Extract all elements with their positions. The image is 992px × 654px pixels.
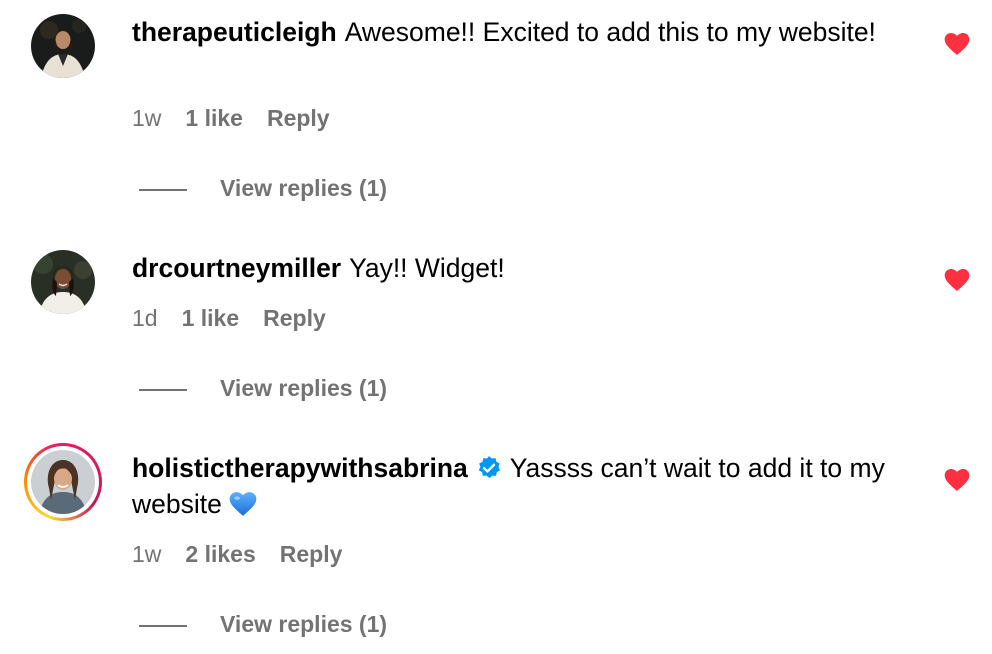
comment-username[interactable]: drcourtneymiller xyxy=(132,253,341,283)
comment-text-block: drcourtneymiller Yay!! Widget! xyxy=(132,250,902,286)
comment-timestamp[interactable]: 1d xyxy=(132,303,158,333)
comment-like-count[interactable]: 1 like xyxy=(185,103,243,133)
comment-meta: 1w 2 likes Reply xyxy=(132,539,342,569)
avatar-image xyxy=(31,250,95,314)
view-replies-label: View replies (1) xyxy=(220,375,388,401)
reply-button[interactable]: Reply xyxy=(267,103,330,133)
comment-timestamp[interactable]: 1w xyxy=(132,539,161,569)
avatar-image xyxy=(31,450,95,514)
comment-meta: 1d 1 like Reply xyxy=(132,303,326,333)
comment-like-count[interactable]: 1 like xyxy=(182,303,240,333)
heart-icon[interactable] xyxy=(944,468,970,492)
comment-text-block: holistictherapywithsabrina Yassss can’t w… xyxy=(132,450,902,522)
replies-divider-line xyxy=(139,388,187,391)
reply-button[interactable]: Reply xyxy=(263,303,326,333)
avatar-story-ring[interactable] xyxy=(24,443,102,521)
view-replies-button[interactable]: View replies (1) xyxy=(139,609,387,639)
blue-heart-emoji-icon xyxy=(229,492,257,516)
replies-divider-line xyxy=(139,624,187,627)
heart-icon[interactable] xyxy=(944,268,970,292)
replies-divider-line xyxy=(139,188,187,191)
comment-like-count[interactable]: 2 likes xyxy=(185,539,255,569)
comment-username[interactable]: holistictherapywithsabrina xyxy=(132,453,468,483)
heart-icon[interactable] xyxy=(944,32,970,56)
avatar[interactable] xyxy=(31,14,95,78)
comment-timestamp[interactable]: 1w xyxy=(132,103,161,133)
comment-text-block: therapeuticleigh Awesome!! Excited to add… xyxy=(132,14,902,50)
comment-body: Awesome!! Excited to add this to my webs… xyxy=(344,17,876,47)
comment-body: Yay!! Widget! xyxy=(349,253,505,283)
reply-button[interactable]: Reply xyxy=(280,539,343,569)
avatar-image xyxy=(31,14,95,78)
view-replies-button[interactable]: View replies (1) xyxy=(139,373,387,403)
comment-username[interactable]: therapeuticleigh xyxy=(132,17,337,47)
view-replies-button[interactable]: View replies (1) xyxy=(139,173,387,203)
comment-meta: 1w 1 like Reply xyxy=(132,103,330,133)
avatar[interactable] xyxy=(31,250,95,314)
view-replies-label: View replies (1) xyxy=(220,611,388,637)
verified-badge-icon xyxy=(478,456,500,478)
view-replies-label: View replies (1) xyxy=(220,175,388,201)
